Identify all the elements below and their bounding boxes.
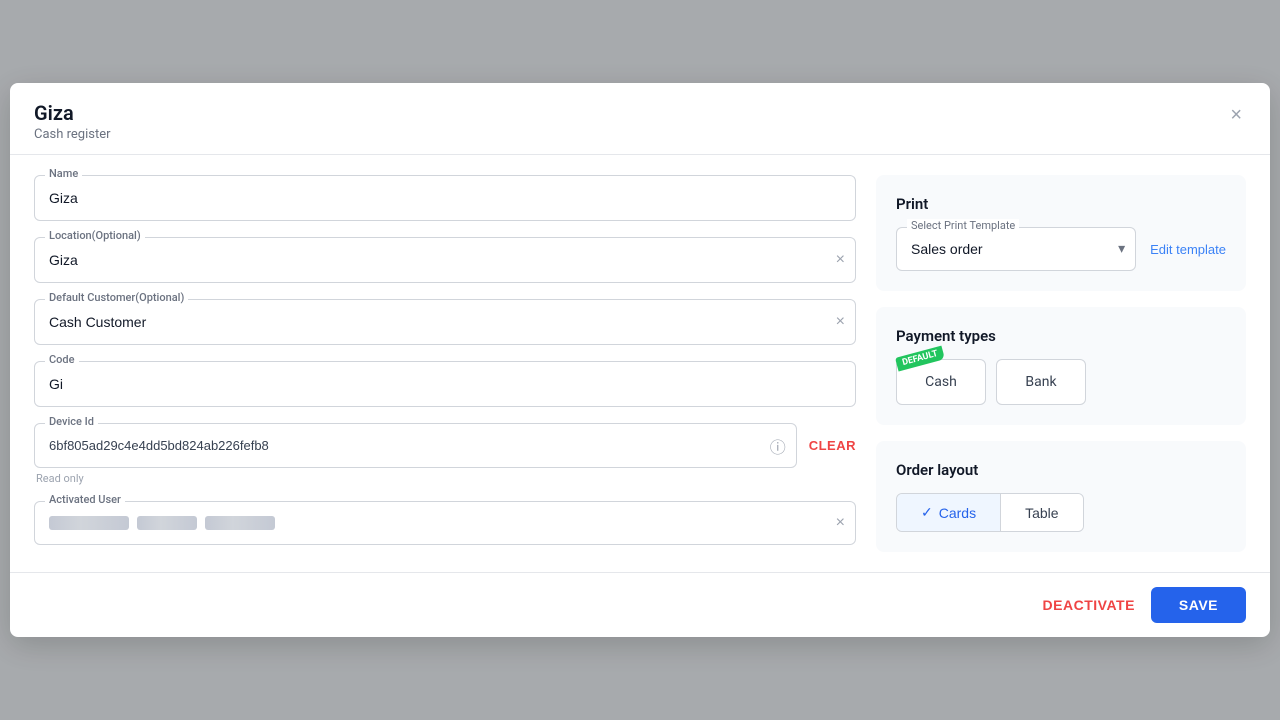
name-input[interactable] bbox=[35, 176, 855, 220]
print-template-select-wrapper: Select Print Template Sales order ▾ bbox=[896, 227, 1136, 271]
payment-card-cash-label: Cash bbox=[925, 374, 957, 390]
location-clear-button[interactable]: × bbox=[836, 252, 845, 268]
default-customer-clear-button[interactable]: × bbox=[836, 314, 845, 330]
activated-user-blur-3 bbox=[205, 516, 275, 530]
print-section-title: Print bbox=[896, 195, 1226, 213]
device-id-field-group: Device Id ⓘ bbox=[34, 423, 797, 468]
default-badge: DEFAULT bbox=[895, 345, 945, 371]
location-label: Location(Optional) bbox=[45, 229, 145, 242]
activated-user-blur-2 bbox=[137, 516, 197, 530]
name-label: Name bbox=[45, 167, 82, 180]
modal-footer: DEACTIVATE SAVE bbox=[10, 572, 1270, 637]
code-label: Code bbox=[45, 353, 79, 366]
save-button[interactable]: SAVE bbox=[1151, 587, 1246, 623]
device-id-label: Device Id bbox=[45, 415, 98, 428]
layout-btn-table-label: Table bbox=[1025, 505, 1058, 521]
default-customer-label: Default Customer(Optional) bbox=[45, 291, 188, 304]
modal-title-block: Giza Cash register bbox=[34, 101, 111, 142]
read-only-label: Read only bbox=[36, 472, 856, 485]
modal-subtitle: Cash register bbox=[34, 127, 111, 142]
activated-user-blur-1 bbox=[49, 516, 129, 530]
print-template-row: Select Print Template Sales order ▾ Edit… bbox=[896, 227, 1226, 271]
default-customer-input[interactable] bbox=[35, 300, 855, 344]
location-input[interactable] bbox=[35, 238, 855, 282]
device-id-section: Device Id ⓘ CLEAR Read only bbox=[34, 423, 856, 485]
close-button[interactable]: × bbox=[1226, 101, 1246, 129]
order-layout-title: Order layout bbox=[896, 461, 1226, 479]
payment-types-list: DEFAULT Cash Bank bbox=[896, 359, 1226, 405]
payment-card-bank[interactable]: Bank bbox=[996, 359, 1086, 405]
cash-register-modal: Giza Cash register × Name Location(Optio… bbox=[10, 83, 1270, 637]
modal-overlay: Giza Cash register × Name Location(Optio… bbox=[0, 0, 1280, 720]
code-input[interactable] bbox=[35, 362, 855, 406]
location-field-group: Location(Optional) × bbox=[34, 237, 856, 283]
device-id-input[interactable] bbox=[35, 424, 796, 467]
left-panel: Name Location(Optional) × Default Custom… bbox=[34, 175, 856, 552]
select-print-template-label: Select Print Template bbox=[907, 219, 1019, 232]
check-icon: ✓ bbox=[921, 504, 933, 521]
name-field-group: Name bbox=[34, 175, 856, 221]
layout-btn-cards[interactable]: ✓ Cards bbox=[897, 494, 1001, 531]
device-id-clear-button[interactable]: CLEAR bbox=[809, 438, 856, 453]
payment-card-cash[interactable]: DEFAULT Cash bbox=[896, 359, 986, 405]
order-layout-buttons: ✓ Cards Table bbox=[896, 493, 1084, 532]
layout-btn-table[interactable]: Table bbox=[1001, 494, 1082, 531]
print-template-select[interactable]: Sales order bbox=[897, 228, 1135, 270]
modal-header: Giza Cash register × bbox=[10, 83, 1270, 155]
payment-types-title: Payment types bbox=[896, 327, 1226, 345]
activated-user-clear-button[interactable]: × bbox=[836, 515, 845, 531]
device-id-info-icon[interactable]: ⓘ bbox=[770, 434, 786, 458]
modal-body: Name Location(Optional) × Default Custom… bbox=[10, 155, 1270, 572]
modal-title: Giza bbox=[34, 101, 111, 125]
code-field-group: Code bbox=[34, 361, 856, 407]
activated-user-label: Activated User bbox=[45, 493, 125, 506]
deactivate-button[interactable]: DEACTIVATE bbox=[1043, 597, 1135, 613]
default-customer-field-group: Default Customer(Optional) × bbox=[34, 299, 856, 345]
layout-btn-cards-label: Cards bbox=[939, 505, 976, 521]
order-layout-section: Order layout ✓ Cards Table bbox=[876, 441, 1246, 552]
right-panel: Print Select Print Template Sales order … bbox=[876, 175, 1246, 552]
edit-template-button[interactable]: Edit template bbox=[1150, 242, 1226, 257]
device-id-row: Device Id ⓘ CLEAR bbox=[34, 423, 856, 468]
payment-types-section: Payment types DEFAULT Cash Bank bbox=[876, 307, 1246, 425]
payment-card-bank-label: Bank bbox=[1025, 374, 1056, 390]
print-section: Print Select Print Template Sales order … bbox=[876, 175, 1246, 291]
activated-user-field-group: Activated User × bbox=[34, 501, 856, 545]
